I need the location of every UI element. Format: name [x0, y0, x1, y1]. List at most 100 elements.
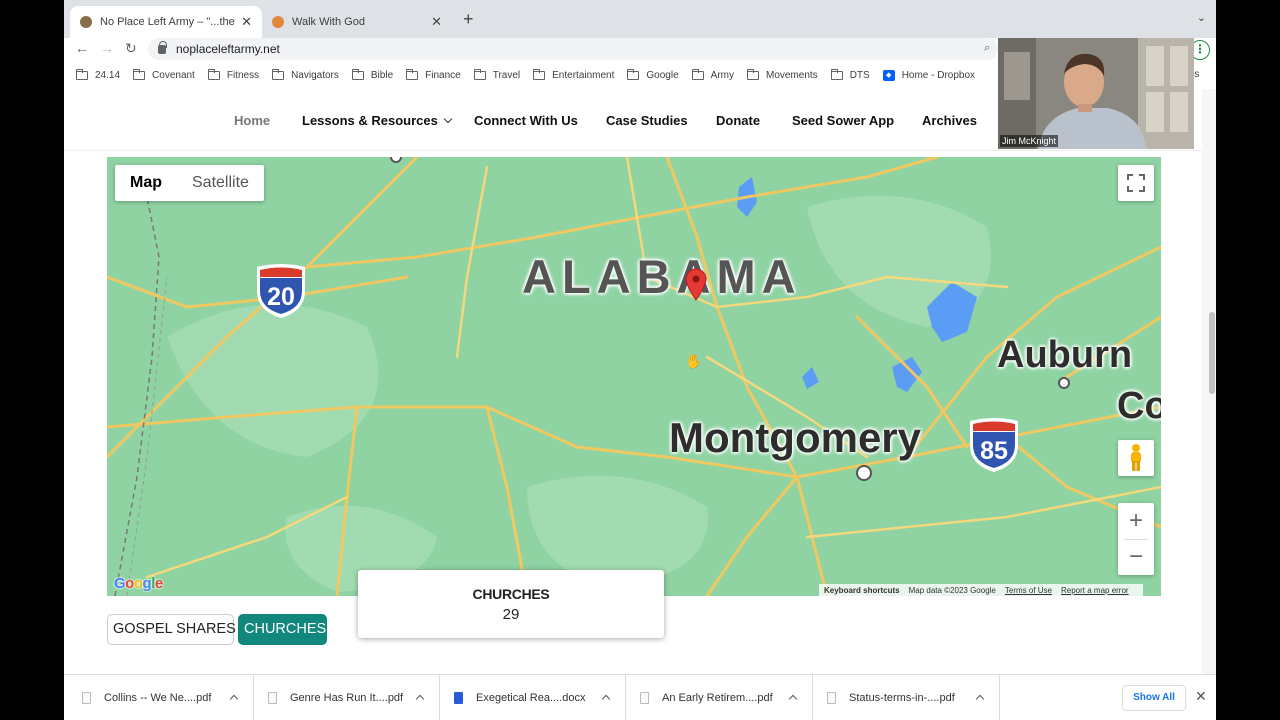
tab-title: Walk With God: [292, 16, 365, 28]
shield-number: 85: [980, 437, 1008, 465]
download-filename: An Early Retirem....pdf: [662, 692, 773, 704]
bookmark-folder[interactable]: Travel: [473, 68, 520, 81]
chevron-up-icon[interactable]: [415, 694, 425, 704]
folder-icon: [351, 68, 364, 80]
pdf-file-icon: [827, 692, 836, 704]
close-tab-icon[interactable]: ✕: [431, 14, 442, 30]
reload-icon[interactable]: ↻: [125, 40, 137, 57]
folder-icon: [627, 68, 640, 80]
zoom-control: + −: [1118, 503, 1154, 575]
folder-icon: [691, 68, 704, 80]
forward-icon[interactable]: →: [100, 40, 114, 56]
keyboard-shortcuts-link[interactable]: Keyboard shortcuts: [824, 586, 900, 595]
map-attribution: Keyboard shortcuts Map data ©2023 Google…: [819, 584, 1143, 596]
city-label-montgomery: Montgomery: [669, 414, 921, 461]
map-type-control: Map Satellite: [115, 165, 264, 201]
nav-lessons-resources[interactable]: Lessons & Resources: [302, 113, 453, 128]
bookmark-folder[interactable]: Finance: [406, 68, 461, 81]
fullscreen-icon: [1127, 174, 1145, 192]
nav-case-studies[interactable]: Case Studies: [606, 113, 688, 128]
download-filename: Status-terms-in-....pdf: [849, 692, 955, 704]
webcam-video: [998, 38, 1194, 149]
bookmark-folder[interactable]: Bible: [351, 68, 393, 81]
nav-home[interactable]: Home: [234, 113, 270, 128]
tab-strip: No Place Left Army – "...there ✕ Walk Wi…: [64, 0, 1216, 38]
map-pin-icon[interactable]: [684, 267, 708, 301]
zoom-icon[interactable]: ⌕: [984, 42, 990, 55]
site-favicon-icon: [80, 16, 92, 28]
tab-noplaceleftarmy[interactable]: No Place Left Army – "...there ✕: [70, 6, 262, 38]
download-item[interactable]: An Early Retirem....pdf: [626, 675, 813, 720]
interstate-85-shield-icon: 85: [970, 418, 1018, 472]
show-all-button[interactable]: Show All: [1122, 685, 1186, 711]
zoom-out-button[interactable]: −: [1118, 539, 1154, 575]
folder-icon: [406, 68, 419, 80]
street-view-pegman-button[interactable]: [1118, 440, 1154, 476]
nav-archives[interactable]: Archives: [922, 113, 977, 128]
bookmark-folder[interactable]: Entertainment: [533, 68, 614, 81]
download-filename: Genre Has Run It....pdf: [290, 692, 404, 704]
chevron-up-icon[interactable]: [788, 694, 798, 704]
city-marker-dot: [1058, 377, 1070, 389]
google-map[interactable]: ALABAMA Auburn Montgomery Co 20 85 ✋ Map…: [107, 157, 1161, 596]
back-icon[interactable]: ←: [75, 40, 89, 56]
webcam-overlay: Jim McKnight: [998, 38, 1194, 149]
nav-connect[interactable]: Connect With Us: [474, 113, 578, 128]
chevron-up-icon[interactable]: [975, 694, 985, 704]
close-download-bar-icon[interactable]: ✕: [1195, 688, 1207, 705]
tab-title: No Place Left Army – "...there: [100, 16, 236, 28]
bookmark-folder[interactable]: Google: [627, 68, 679, 81]
map-data-text: Map data ©2023 Google: [908, 585, 996, 595]
download-item[interactable]: Genre Has Run It....pdf: [254, 675, 440, 720]
download-item[interactable]: Collins -- We Ne....pdf: [64, 675, 254, 720]
city-label-auburn: Auburn: [997, 334, 1133, 376]
fullscreen-button[interactable]: [1118, 165, 1154, 201]
churches-filter-button[interactable]: CHURCHES: [238, 614, 327, 645]
address-bar[interactable]: noplaceleftarmy.net: [148, 38, 998, 60]
report-map-error-link[interactable]: Report a map error: [1061, 586, 1129, 595]
nav-donate[interactable]: Donate: [716, 113, 760, 128]
folder-icon: [272, 68, 285, 80]
pdf-file-icon: [268, 692, 277, 704]
chevron-up-icon[interactable]: [601, 694, 611, 704]
nav-label: Lessons & Resources: [302, 113, 438, 128]
bookmark-folder[interactable]: 24.14: [76, 68, 120, 81]
bookmark-folder[interactable]: DTS: [830, 68, 870, 81]
nav-seed-sower-app[interactable]: Seed Sower App: [792, 113, 894, 128]
bookmark-folder[interactable]: Army: [691, 68, 734, 81]
bookmark-folder[interactable]: Covenant: [133, 68, 195, 81]
map-type-map-button[interactable]: Map: [115, 165, 177, 201]
new-tab-icon[interactable]: +: [463, 9, 474, 30]
map-type-satellite-button[interactable]: Satellite: [177, 165, 264, 201]
tab-walk-with-god[interactable]: Walk With God ✕: [262, 6, 452, 38]
download-item[interactable]: Exegetical Rea....docx: [440, 675, 626, 720]
city-marker-dot: [856, 465, 872, 481]
url-text: noplaceleftarmy.net: [176, 42, 280, 56]
pegman-icon: [1131, 444, 1141, 471]
close-tab-icon[interactable]: ✕: [241, 14, 252, 30]
folder-icon: [830, 68, 843, 80]
grab-cursor-icon: ✋: [685, 353, 703, 369]
bookmark-dropbox[interactable]: ◆ Home - Dropbox: [882, 69, 975, 81]
pdf-file-icon: [640, 692, 649, 704]
chevron-up-icon[interactable]: [229, 694, 239, 704]
scrollbar-thumb[interactable]: [1209, 312, 1215, 394]
pdf-file-icon: [82, 692, 91, 704]
bookmark-folder[interactable]: Movements: [747, 68, 818, 81]
lock-icon: [158, 40, 167, 54]
folder-icon: [133, 68, 146, 80]
terms-of-use-link[interactable]: Terms of Use: [1005, 586, 1052, 595]
gospel-shares-filter-button[interactable]: GOSPEL SHARES: [107, 614, 236, 645]
folder-icon: [473, 68, 486, 80]
bookmark-folder[interactable]: Fitness: [207, 68, 259, 81]
download-item[interactable]: Status-terms-in-....pdf: [813, 675, 1000, 720]
site-favicon-icon: [272, 16, 284, 28]
interstate-20-shield-icon: 20: [257, 264, 305, 318]
zoom-in-button[interactable]: +: [1118, 503, 1154, 539]
bookmark-folder[interactable]: Navigators: [272, 68, 339, 81]
download-filename: Collins -- We Ne....pdf: [104, 692, 212, 704]
shield-number: 20: [267, 283, 295, 311]
tab-search-chevron-icon[interactable]: ⌄: [1197, 11, 1206, 24]
folder-icon: [207, 68, 220, 80]
folder-icon: [76, 68, 88, 80]
